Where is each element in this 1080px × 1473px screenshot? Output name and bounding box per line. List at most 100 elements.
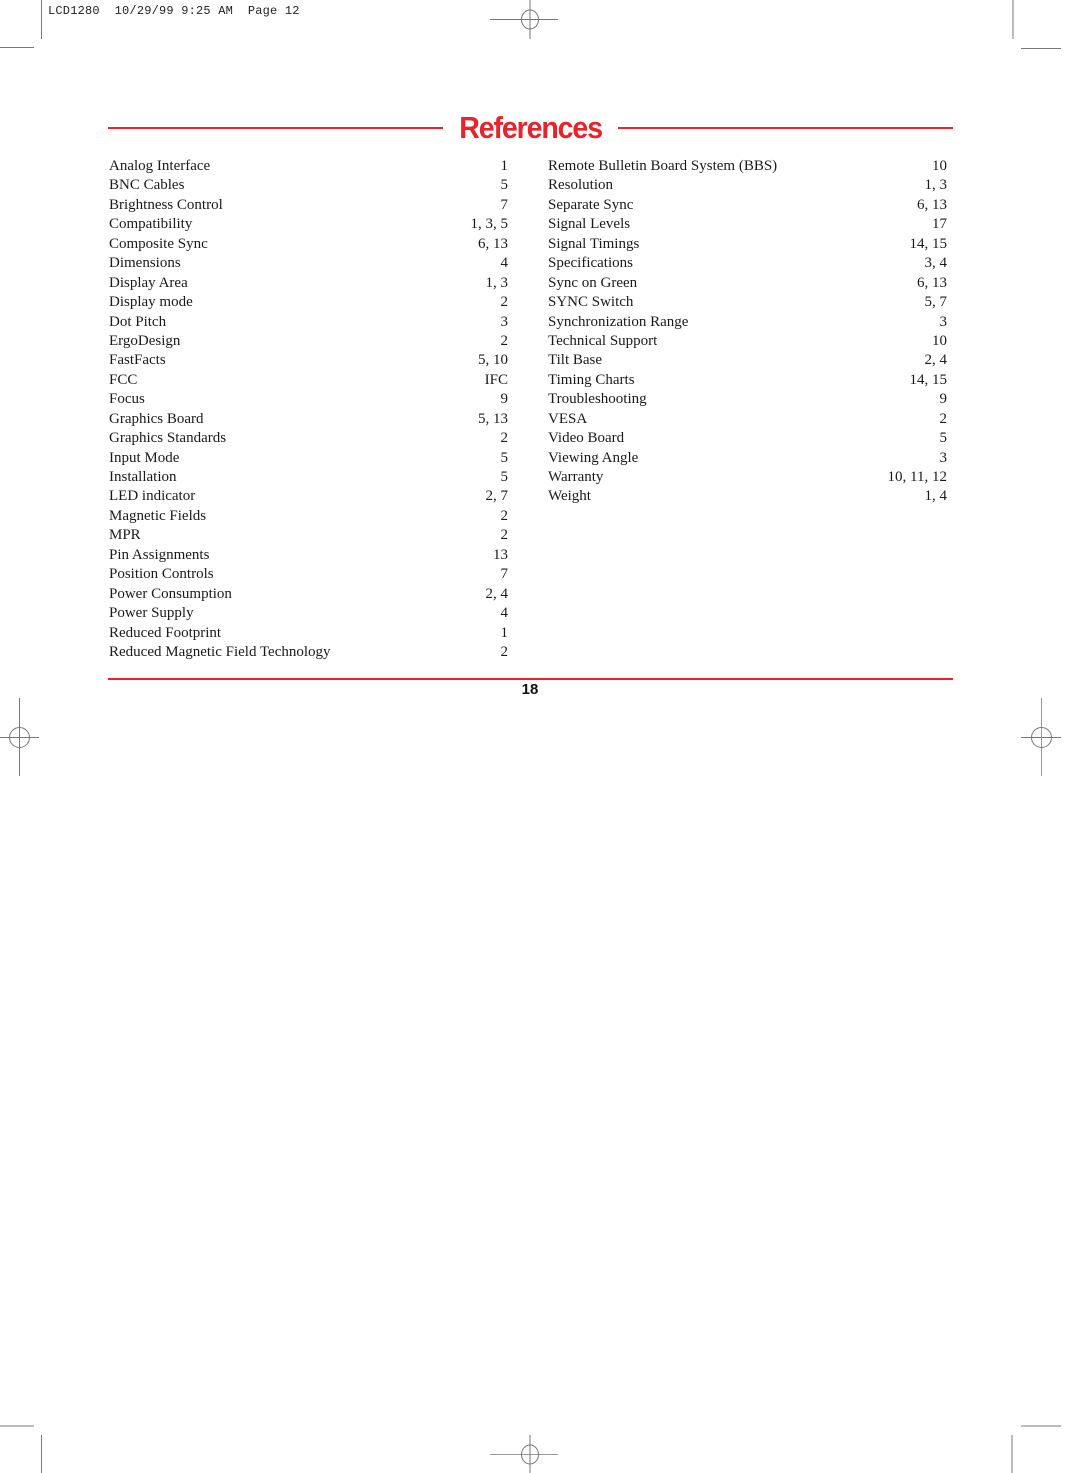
index-entry: Composite Sync 6, 13 xyxy=(109,235,508,254)
index-page-refs: 5, 7 xyxy=(924,294,948,311)
index-page-refs: 7 xyxy=(500,196,509,213)
index-entry: Position Controls 7 xyxy=(109,565,508,584)
index-page-refs: 14, 15 xyxy=(909,371,948,388)
index-entry: Resolution 1, 3 xyxy=(548,176,947,195)
index-entry: Signal Timings 14, 15 xyxy=(548,235,947,254)
index-page-refs: 5, 13 xyxy=(478,410,508,427)
index-page-refs: 2 xyxy=(500,294,509,311)
footer-rule xyxy=(108,678,953,680)
index-term: Synchronization Range xyxy=(548,313,689,330)
index-page-refs: 5, 10 xyxy=(478,352,508,369)
index-term: Power Supply xyxy=(109,605,194,622)
title-rule-left xyxy=(108,127,443,129)
registration-mark-top-icon xyxy=(490,0,558,39)
crop-mark-bottom-left-horizontal xyxy=(0,1425,34,1427)
index-page-refs: 6, 13 xyxy=(917,196,947,213)
index-term: Pin Assignments xyxy=(109,546,210,563)
crop-mark-top-right-horizontal xyxy=(1021,48,1061,49)
index-term: Graphics Standards xyxy=(109,430,227,447)
index-term: Display mode xyxy=(109,294,193,311)
index-term: ErgoDesign xyxy=(109,332,181,349)
index-page-refs: 9 xyxy=(939,391,948,408)
index-page-refs: 3 xyxy=(939,313,948,330)
index-column-left: Analog Interface 1 BNC Cables 5 Brightness C… xyxy=(109,157,508,662)
index-page-refs: 1, 4 xyxy=(924,488,948,505)
index-term: Warranty xyxy=(548,469,604,485)
index-term: Reduced Footprint xyxy=(109,624,222,641)
index-page-refs: 1, 3 xyxy=(924,177,948,194)
crop-mark-bottom-left-vertical xyxy=(41,1435,42,1473)
index-entry: Weight 1, 4 xyxy=(548,487,947,506)
index-term: Video Board xyxy=(548,430,625,447)
index-page-refs: 10 xyxy=(932,158,947,174)
index-page-refs: 4 xyxy=(500,255,509,272)
index-entry: Power Supply 4 xyxy=(109,604,508,623)
index-term: Power Consumption xyxy=(109,585,232,602)
index-page-refs: 1, 3 xyxy=(485,274,509,291)
index-entry: BNC Cables 5 xyxy=(109,176,508,195)
index-term: Signal Timings xyxy=(548,235,640,252)
index-entry: Synchronization Range 3 xyxy=(548,313,947,332)
index-page-refs: 1, 3, 5 xyxy=(470,216,509,233)
index-page-refs: 2, 4 xyxy=(924,352,948,369)
index-entry: Brightness Control 7 xyxy=(109,196,508,215)
index-term: Separate Sync xyxy=(548,196,634,213)
index-term: Resolution xyxy=(548,177,614,194)
section-header: References xyxy=(108,110,953,146)
index-entry: VESA 2 xyxy=(548,410,947,429)
index-term: BNC Cables xyxy=(109,177,185,194)
index-entry: Signal Levels 17 xyxy=(548,215,947,234)
index-page-refs: 3 xyxy=(500,313,509,330)
index-entry: Timing Charts 14, 15 xyxy=(548,371,947,390)
index-page-refs: 2 xyxy=(500,332,509,349)
index-entry: Video Board 5 xyxy=(548,429,947,448)
index-page-refs: 1 xyxy=(500,158,509,174)
index-term: Graphics Board xyxy=(109,410,204,427)
index-entry: MPR 2 xyxy=(109,526,508,545)
index-page-refs: 2, 4 xyxy=(485,585,509,602)
index-term: Weight xyxy=(548,488,591,505)
index-term: LED indicator xyxy=(109,488,196,505)
crop-mark-top-right-vertical xyxy=(1012,0,1014,39)
index-entry: Dimensions 4 xyxy=(109,254,508,273)
index-entry: LED indicator 2, 7 xyxy=(109,487,508,506)
index-term: MPR xyxy=(109,527,141,544)
index-term: Remote Bulletin Board System (BBS) xyxy=(548,158,778,174)
index-term: Position Controls xyxy=(109,566,214,583)
index-term: Specifications xyxy=(548,255,633,272)
index-term: VESA xyxy=(548,410,588,427)
index-term: Reduced Magnetic Field Technology xyxy=(109,643,331,660)
index-term: Technical Support xyxy=(548,332,658,349)
index-entry: Reduced Magnetic Field Technology 2 xyxy=(109,643,508,662)
index-term: SYNC Switch xyxy=(548,294,634,311)
page-number: 18 xyxy=(521,681,539,698)
index-page-refs: 1 xyxy=(500,624,509,641)
index-entry: Pin Assignments 13 xyxy=(109,546,508,565)
registration-mark-right-icon xyxy=(1021,698,1061,776)
index-entry: Focus 9 xyxy=(109,390,508,409)
index-entry: Analog Interface 1 xyxy=(109,157,508,176)
index-entry: Warranty 10, 11, 12 xyxy=(548,468,947,487)
index-page-refs: 5 xyxy=(500,449,509,466)
index-term: Signal Levels xyxy=(548,216,631,233)
index-term: Tilt Base xyxy=(548,352,603,369)
index-page-refs: 7 xyxy=(500,566,509,583)
index-page-refs: 13 xyxy=(493,546,508,563)
index-entry: Installation 5 xyxy=(109,468,508,487)
index-page-refs: 2 xyxy=(939,410,948,427)
index-entry: FCC IFC xyxy=(109,371,508,390)
index-page-refs: 2 xyxy=(500,527,509,544)
index-page-refs: 3, 4 xyxy=(924,255,948,272)
index-column-right: Remote Bulletin Board System (BBS) 10 Reso… xyxy=(548,157,947,507)
index-term: FCC xyxy=(109,371,138,388)
index-term: Display Area xyxy=(109,274,188,291)
index-term: Composite Sync xyxy=(109,235,208,252)
index-term: Viewing Angle xyxy=(548,449,639,466)
index-entry: SYNC Switch 5, 7 xyxy=(548,293,947,312)
index-page-refs: 2 xyxy=(500,643,509,660)
index-term: Timing Charts xyxy=(548,371,635,388)
index-page-refs: 2, 7 xyxy=(485,488,509,505)
index-entry: Input Mode 5 xyxy=(109,449,508,468)
index-term: Brightness Control xyxy=(109,196,223,213)
index-entry: Magnetic Fields 2 xyxy=(109,507,508,526)
